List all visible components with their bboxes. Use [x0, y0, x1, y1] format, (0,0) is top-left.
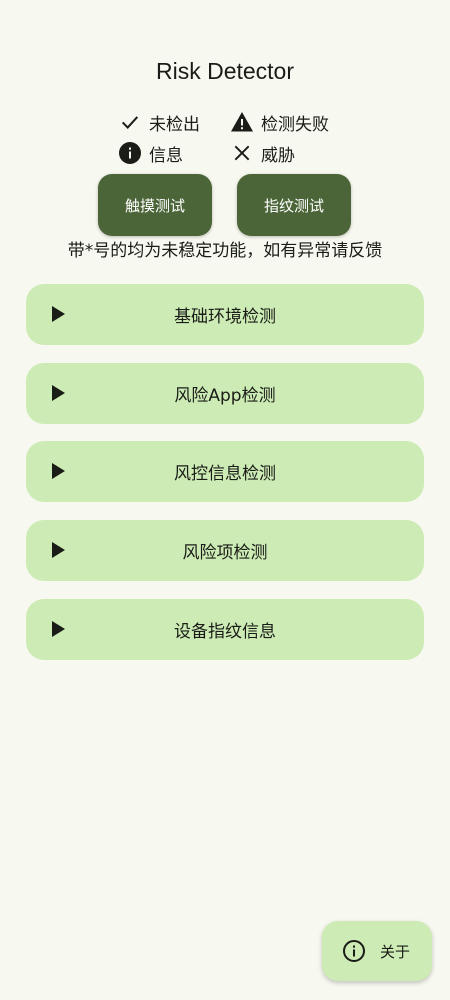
- section-risk-control-info[interactable]: 风控信息检测: [26, 441, 424, 502]
- check-icon: [118, 110, 142, 134]
- info-outline-icon: [342, 939, 366, 963]
- section-device-fingerprint[interactable]: 设备指纹信息: [26, 599, 424, 660]
- legend-label: 信息: [149, 145, 183, 166]
- legend-item-not-detected: 未检出: [118, 108, 200, 136]
- touch-test-button[interactable]: 触摸测试: [98, 174, 212, 236]
- legend-label: 威胁: [261, 145, 295, 166]
- section-label: 设备指纹信息: [174, 622, 276, 642]
- about-fab[interactable]: 关于: [322, 921, 432, 981]
- info-icon: [118, 141, 142, 165]
- section-basic-environment[interactable]: 基础环境检测: [26, 284, 424, 345]
- expand-arrow-icon: [52, 463, 65, 479]
- section-label: 风险项检测: [182, 543, 268, 563]
- app-title: Risk Detector: [155, 58, 295, 84]
- close-icon: [230, 141, 254, 165]
- unstable-feature-notice: 带*号的均为未稳定功能，如有异常请反馈: [67, 241, 383, 261]
- section-risk-app[interactable]: 风险App检测: [26, 363, 424, 424]
- about-label: 关于: [380, 942, 411, 961]
- fingerprint-test-button[interactable]: 指纹测试: [237, 174, 351, 236]
- legend-label: 检测失败: [261, 114, 329, 135]
- section-label: 基础环境检测: [174, 307, 276, 327]
- expand-arrow-icon: [52, 621, 65, 637]
- section-risk-items[interactable]: 风险项检测: [26, 520, 424, 581]
- legend-label: 未检出: [149, 114, 200, 135]
- expand-arrow-icon: [52, 306, 65, 322]
- legend-item-threat: 威胁: [230, 139, 295, 167]
- legend-item-detect-failed: 检测失败: [230, 108, 329, 136]
- warning-icon: [230, 110, 254, 134]
- section-label: 风险App检测: [174, 386, 276, 406]
- section-label: 风控信息检测: [174, 464, 276, 484]
- expand-arrow-icon: [52, 542, 65, 558]
- expand-arrow-icon: [52, 385, 65, 401]
- legend-item-info: 信息: [118, 139, 183, 167]
